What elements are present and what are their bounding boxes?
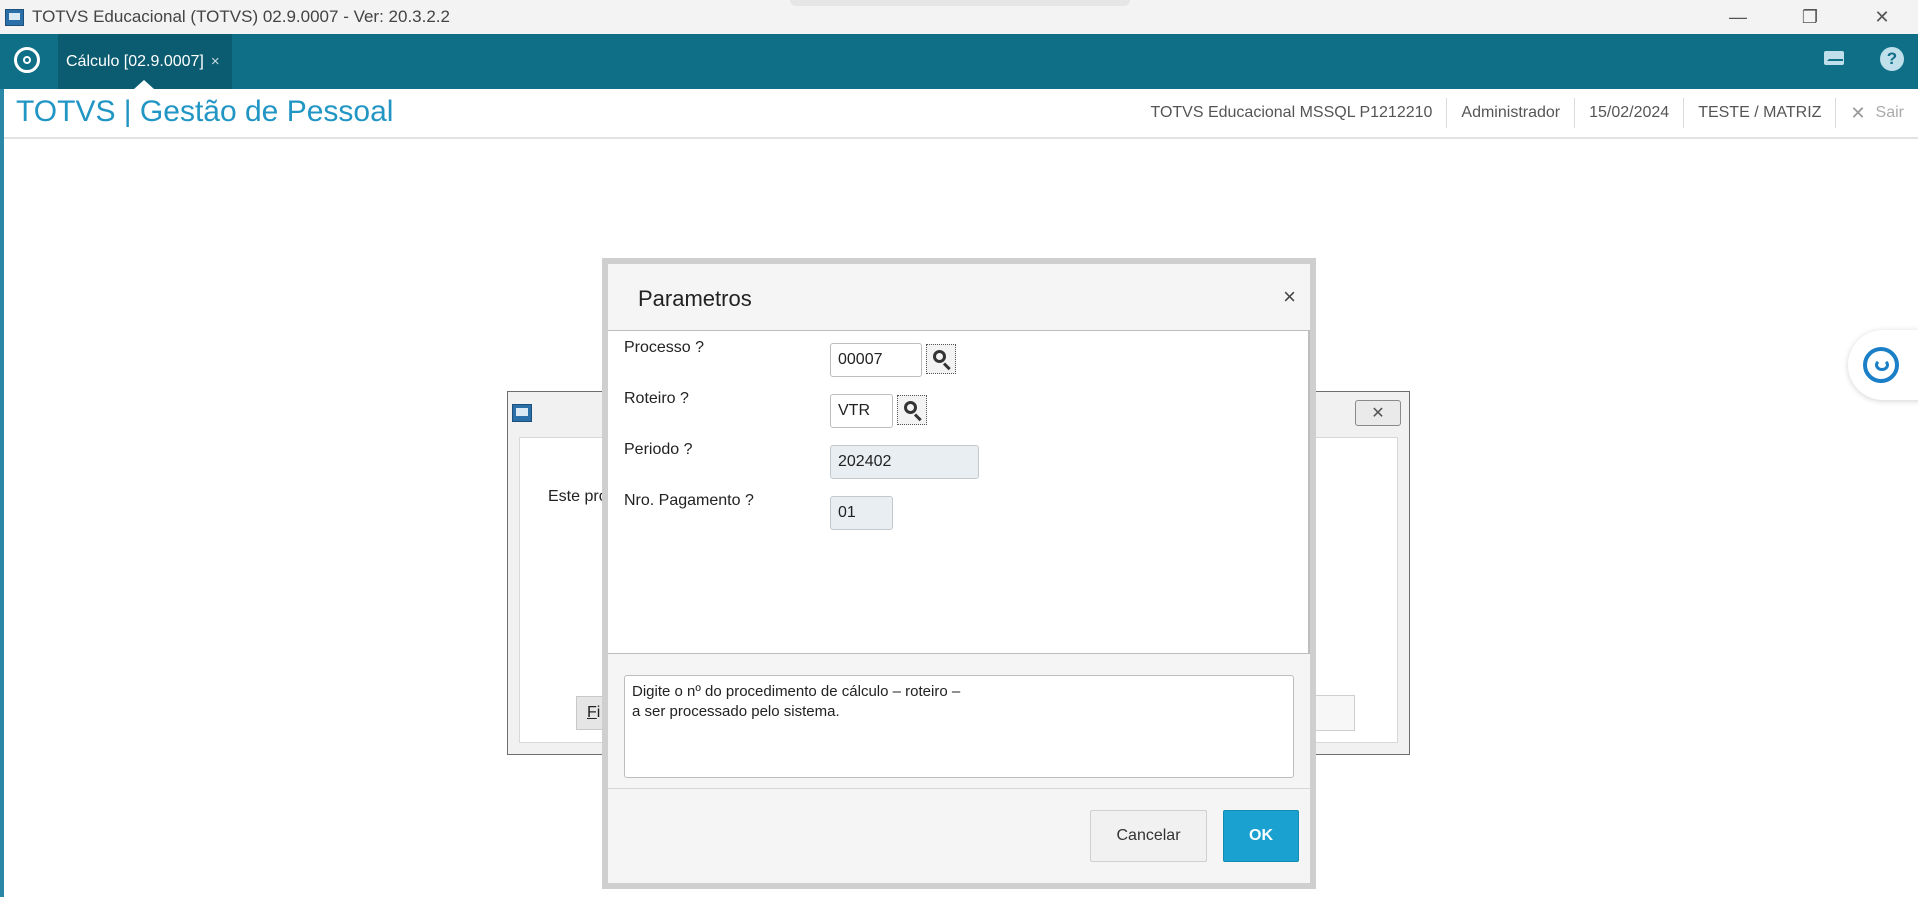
processo-label: Processo ?	[624, 339, 705, 356]
tab-calculo[interactable]: Cálculo [02.9.0007] ×	[58, 34, 232, 89]
cancel-button[interactable]: Cancelar	[1090, 810, 1207, 862]
nro-pagamento-label: Nro. Pagamento ?	[624, 492, 754, 509]
page-title: TOTVS | Gestão de Pessoal	[16, 95, 394, 128]
mail-icon[interactable]	[1824, 51, 1844, 65]
chat-widget-button[interactable]	[1848, 330, 1918, 400]
parameters-dialog-inner: Parametros × Processo ? 00007 Roteiro ? …	[608, 264, 1310, 883]
help-text-line-2: a ser processado pelo sistema.	[632, 703, 840, 720]
close-icon: ✕	[1850, 103, 1866, 123]
roteiro-input[interactable]: VTR	[830, 394, 893, 428]
tab-bar: Cálculo [02.9.0007] × ?	[0, 34, 1918, 89]
chat-icon	[1863, 347, 1899, 383]
header-info: TOTVS Educacional MSSQL P1212210 Adminis…	[1136, 89, 1918, 137]
processo-lookup-button[interactable]	[926, 344, 956, 374]
dialog-header: Parametros ×	[608, 264, 1310, 331]
window-titlebar: TOTVS Educacional (TOTVS) 02.9.0007 - Ve…	[0, 0, 1918, 34]
restore-button[interactable]: ❐	[1774, 0, 1846, 34]
button-label-rest: i	[596, 704, 601, 721]
user-label: Administrador	[1446, 98, 1574, 128]
field-help-textarea: Digite o nº do procedimento de cálculo –…	[624, 675, 1294, 778]
top-shadow	[790, 0, 1130, 6]
environment-label: TOTVS Educacional MSSQL P1212210	[1150, 104, 1433, 121]
close-icon[interactable]: ×	[1283, 284, 1296, 310]
search-icon	[933, 350, 946, 363]
tab-label: Cálculo [02.9.0007]	[66, 52, 204, 70]
background-dialog-text: Este pro	[548, 488, 608, 505]
help-text-line-1: Digite o nº do procedimento de cálculo –…	[632, 683, 961, 700]
roteiro-lookup-button[interactable]	[897, 395, 927, 425]
tab-close-icon[interactable]: ×	[211, 53, 220, 70]
periodo-input[interactable]: 202402	[830, 445, 979, 479]
window-title: TOTVS Educacional (TOTVS) 02.9.0007 - Ve…	[32, 7, 450, 26]
nro-pagamento-input[interactable]: 01	[830, 496, 893, 530]
parameters-dialog: Parametros × Processo ? 00007 Roteiro ? …	[602, 258, 1316, 889]
parameters-form: Processo ? 00007 Roteiro ? VTR Periodo ?…	[608, 331, 1310, 654]
close-window-button[interactable]: ✕	[1846, 0, 1918, 34]
app-header: TOTVS | Gestão de Pessoal TOTVS Educacio…	[4, 89, 1918, 139]
search-icon-handle	[942, 362, 951, 371]
background-dialog-close-button[interactable]: ✕	[1355, 400, 1401, 426]
left-edge-border	[0, 89, 4, 897]
roteiro-label: Roteiro ?	[624, 390, 689, 407]
periodo-label: Periodo ?	[624, 441, 693, 458]
help-icon[interactable]: ?	[1880, 47, 1904, 71]
button-mnemonic: F	[587, 704, 597, 721]
date-label: 15/02/2024	[1574, 98, 1683, 128]
branch-label[interactable]: TESTE / MATRIZ	[1683, 98, 1835, 128]
window-controls: — ❐ ✕	[1702, 0, 1918, 34]
dialog-title: Parametros	[638, 286, 752, 311]
logout-button[interactable]: ✕ Sair	[1835, 98, 1918, 128]
minimize-button[interactable]: —	[1702, 0, 1774, 34]
dialog-app-icon	[512, 404, 532, 422]
tab-active-caret	[134, 80, 154, 89]
search-icon	[904, 401, 917, 414]
logout-label: Sair	[1875, 104, 1904, 121]
search-icon-handle	[913, 413, 922, 422]
processo-input[interactable]: 00007	[830, 343, 922, 377]
footer-divider	[608, 788, 1310, 789]
ok-button[interactable]: OK	[1223, 810, 1299, 862]
app-window-icon	[5, 8, 24, 26]
home-icon[interactable]	[14, 47, 40, 73]
